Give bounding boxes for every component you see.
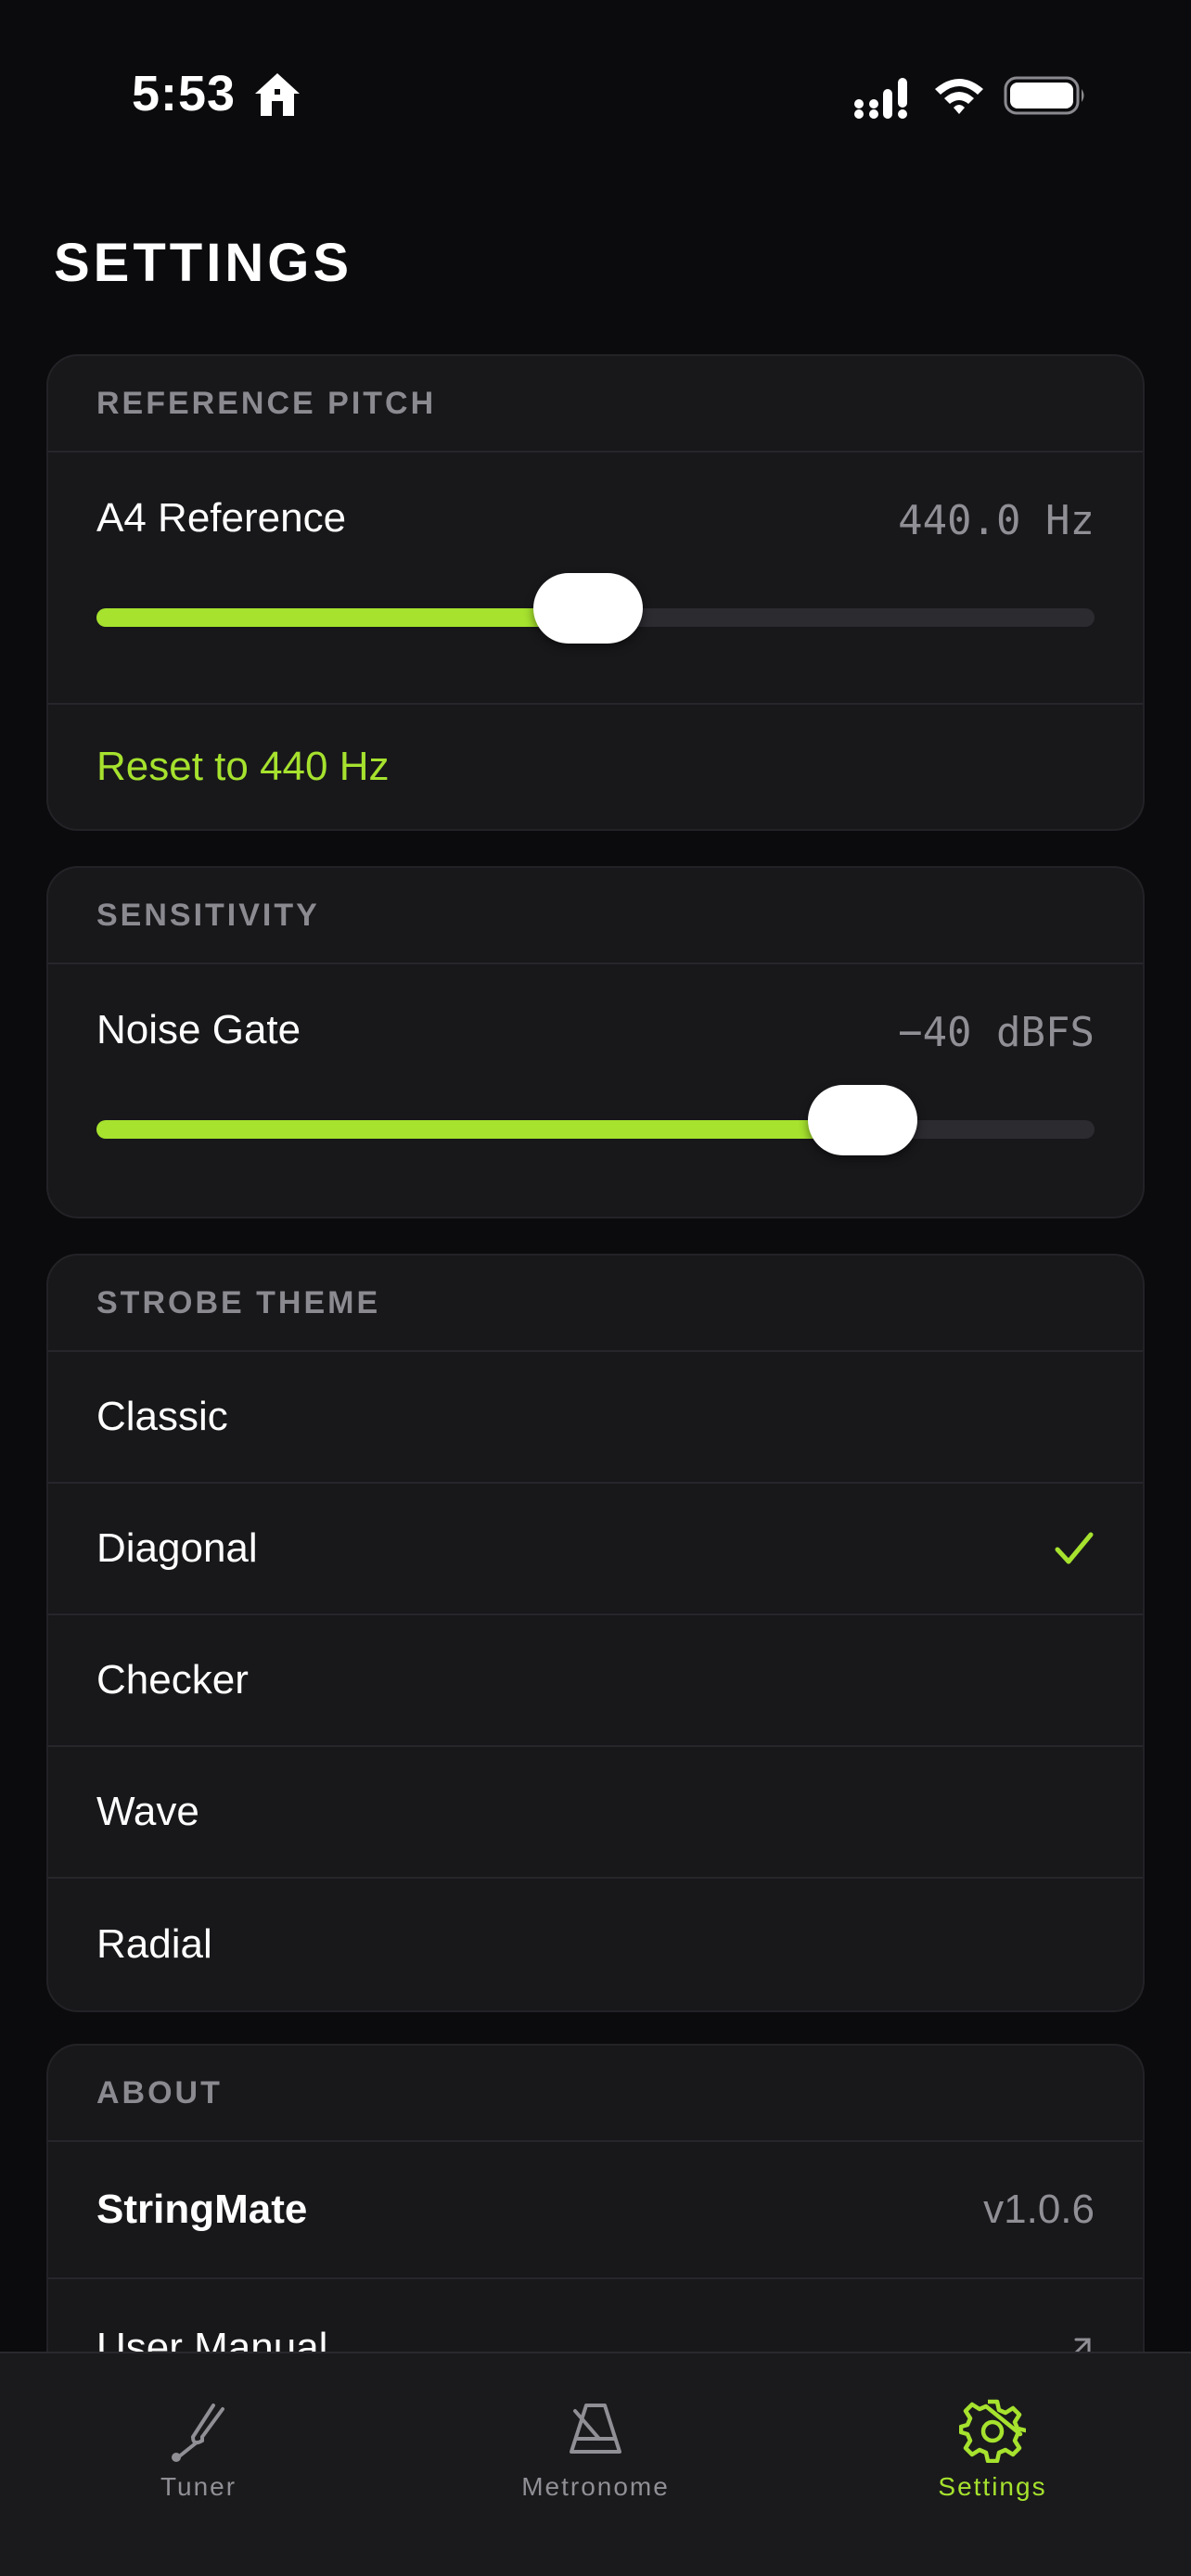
battery-icon: [1004, 76, 1084, 115]
theme-option-label: Wave: [96, 1789, 199, 1834]
status-bar: 5:53: [0, 0, 1191, 185]
gear-icon: [959, 2399, 1026, 2463]
tuning-fork-icon: [172, 2404, 224, 2462]
about-header: ABOUT: [48, 2046, 1143, 2142]
theme-option-label: Diagonal: [96, 1525, 258, 1571]
noise-gate-value: −40 dBFS: [898, 1009, 1095, 1056]
slider-fill: [96, 1120, 864, 1139]
app-name: StringMate: [96, 2187, 308, 2232]
wifi-icon: [935, 79, 983, 114]
tab-settings[interactable]: Settings: [794, 2353, 1191, 2539]
page-title: SETTINGS: [54, 233, 353, 293]
theme-option-checker[interactable]: Checker: [48, 1615, 1143, 1747]
tab-tuner[interactable]: Tuner: [0, 2353, 397, 2539]
theme-option-radial[interactable]: Radial: [48, 1879, 1143, 2010]
tab-label: Metronome: [521, 2472, 670, 2501]
strobe-theme-header: STROBE THEME: [48, 1256, 1143, 1352]
tab-bar: Tuner Metronome Settings: [0, 2352, 1191, 2576]
cellular-signal-icon: [854, 78, 907, 119]
slider-fill: [96, 608, 589, 627]
theme-option-label: Radial: [96, 1921, 212, 1967]
tab-metronome[interactable]: Metronome: [397, 2353, 794, 2539]
theme-option-label: Classic: [96, 1394, 228, 1439]
metronome-icon: [570, 2404, 621, 2454]
reference-pitch-header: REFERENCE PITCH: [48, 356, 1143, 453]
tab-label: Settings: [938, 2472, 1047, 2501]
a4-reference-row: A4 Reference 440.0 Hz: [48, 453, 1143, 705]
reset-pitch-button[interactable]: Reset to 440 Hz: [48, 705, 1143, 829]
noise-gate-row: Noise Gate −40 dBFS: [48, 964, 1143, 1217]
checkmark-icon: [1055, 1532, 1094, 1564]
sensitivity-header: SENSITIVITY: [48, 868, 1143, 964]
theme-option-label: Checker: [96, 1657, 249, 1702]
app-info-row: StringMate v1.0.6: [48, 2142, 1143, 2279]
theme-option-diagonal[interactable]: Diagonal: [48, 1484, 1143, 1615]
status-time: 5:53: [132, 66, 237, 121]
noise-gate-slider[interactable]: [96, 1085, 1095, 1155]
theme-option-wave[interactable]: Wave: [48, 1747, 1143, 1879]
slider-thumb[interactable]: [533, 573, 644, 644]
a4-reference-slider[interactable]: [96, 573, 1095, 644]
slider-thumb[interactable]: [808, 1085, 918, 1155]
theme-option-classic[interactable]: Classic: [48, 1352, 1143, 1484]
home-icon: [255, 73, 300, 116]
a4-reference-value: 440.0 Hz: [898, 497, 1095, 544]
tab-label: Tuner: [160, 2472, 237, 2501]
a4-reference-label: A4 Reference: [96, 495, 347, 541]
app-version: v1.0.6: [983, 2187, 1095, 2232]
sensitivity-card: SENSITIVITY Noise Gate −40 dBFS: [46, 866, 1145, 1218]
strobe-theme-card: STROBE THEME Classic Diagonal Checker Wa…: [46, 1254, 1145, 2012]
reference-pitch-card: REFERENCE PITCH A4 Reference 440.0 Hz Re…: [46, 354, 1145, 831]
noise-gate-label: Noise Gate: [96, 1007, 301, 1052]
